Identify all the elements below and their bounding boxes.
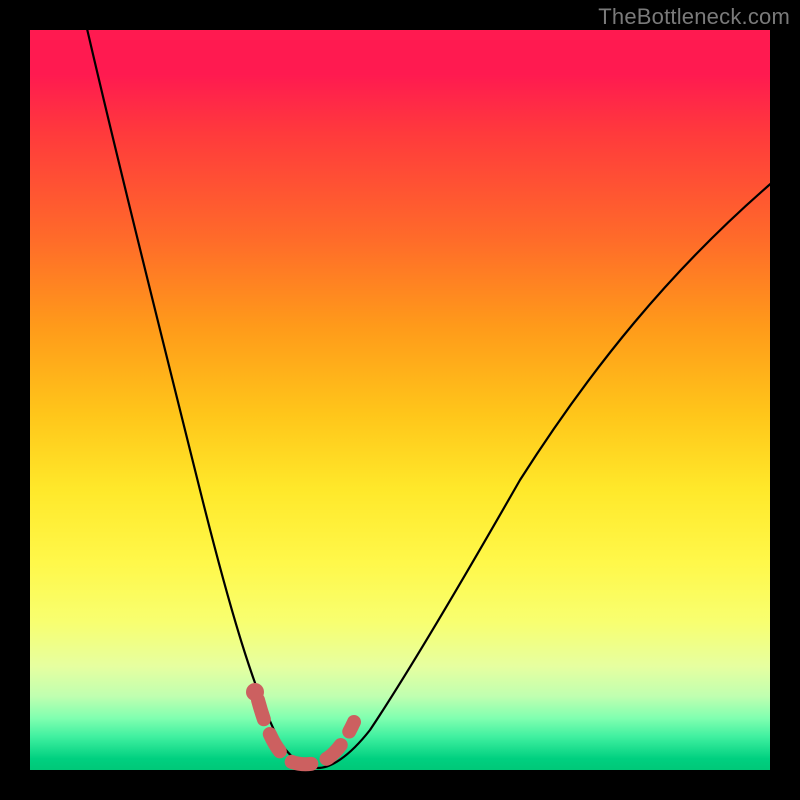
curve-layer (30, 30, 770, 770)
optimal-range-start-dot (246, 683, 264, 701)
optimal-range-marker (258, 700, 354, 764)
chart-frame: TheBottleneck.com (0, 0, 800, 800)
watermark-text: TheBottleneck.com (598, 4, 790, 30)
plot-area (30, 30, 770, 770)
bottleneck-curve (85, 20, 775, 768)
